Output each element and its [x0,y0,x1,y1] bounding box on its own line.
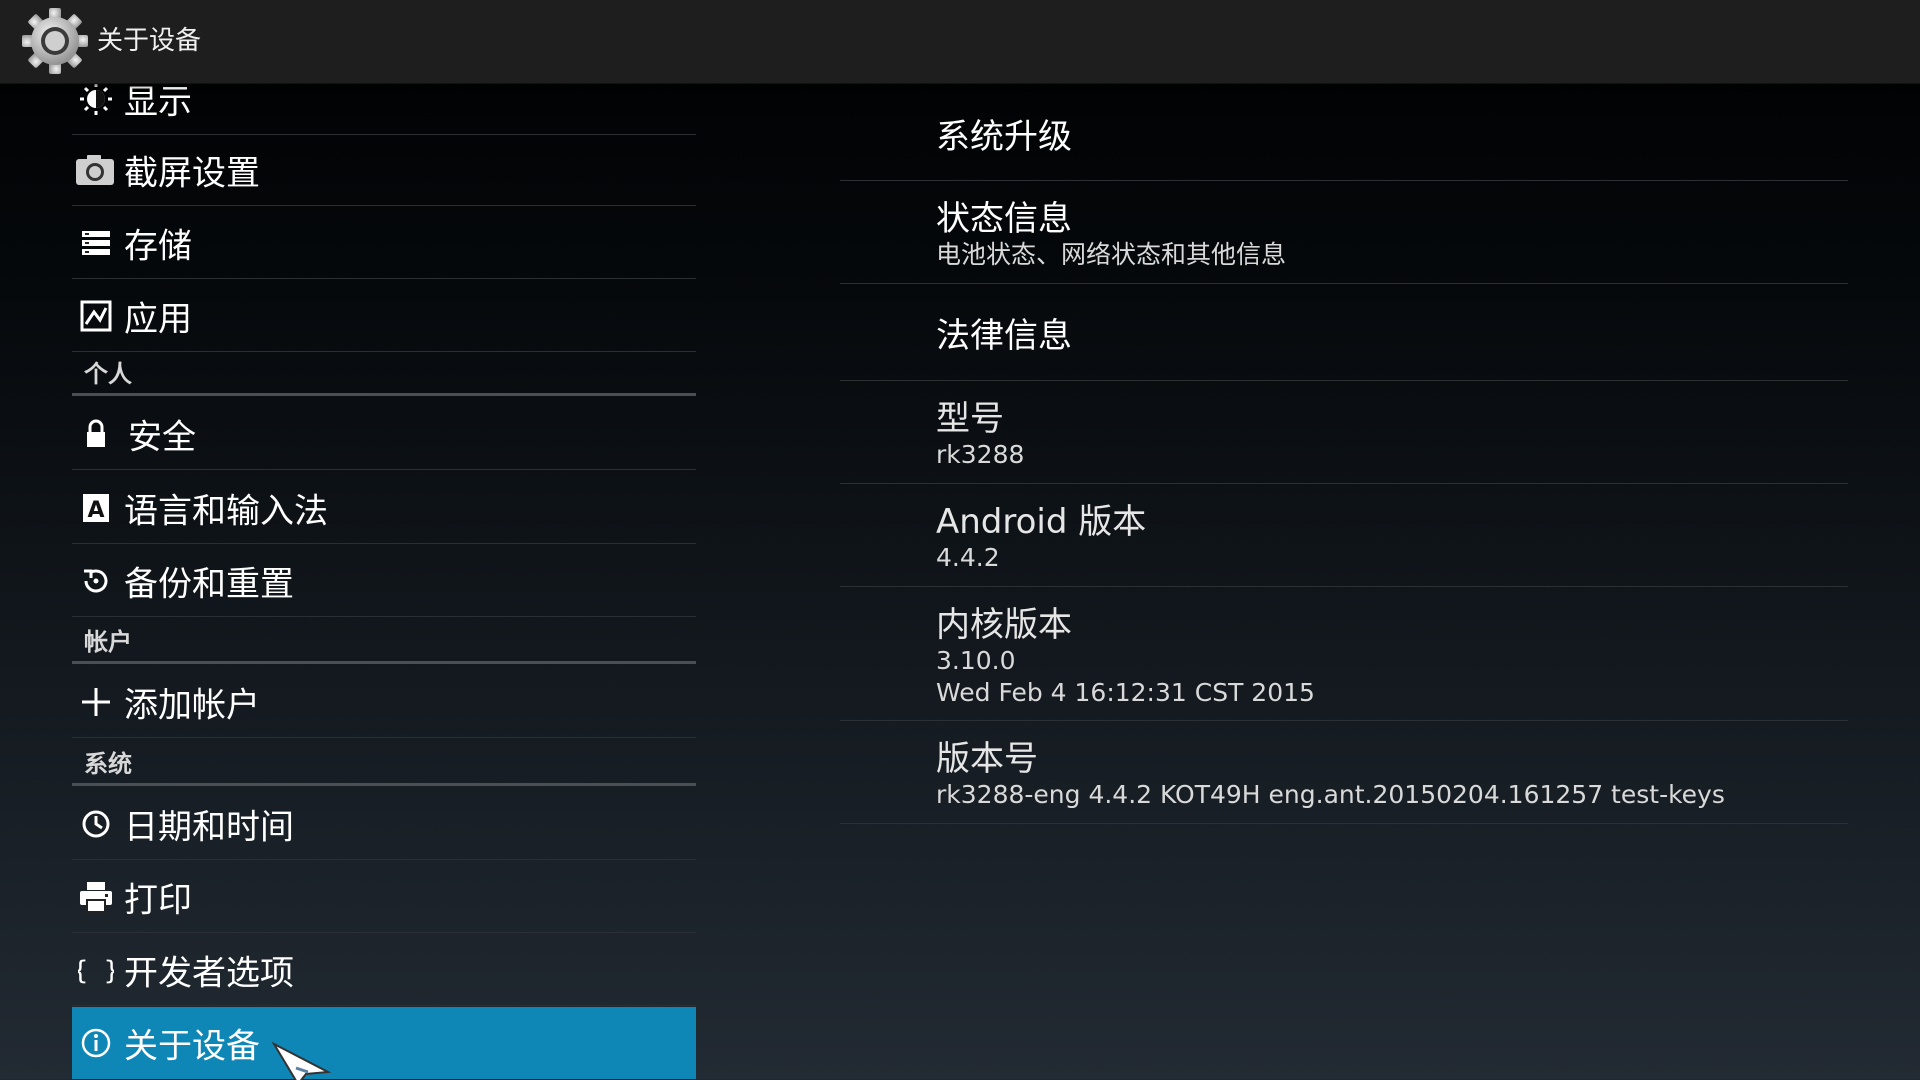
sidebar-item-apps[interactable]: 应用 [72,280,696,352]
plus-icon [82,687,110,716]
build-number-title: 版本号 [936,739,1038,779]
sidebar-item-date-time[interactable]: 日期和时间 [72,788,696,860]
sidebar-item-label: 语言和输入法 [124,491,328,531]
system-update-item[interactable]: 系统升级 [840,83,1848,181]
kernel-version-item[interactable]: 内核版本 3.10.0 Wed Feb 4 16:12:31 CST 2015 [840,587,1848,721]
sidebar-item-label: 截屏设置 [124,153,260,193]
sidebar-item-label: 开发者选项 [124,953,294,993]
info-icon [81,1028,111,1058]
braces-icon: { } [78,956,114,986]
gear-icon[interactable] [20,6,90,76]
storage-icon [82,230,110,255]
sidebar-item-label: 关于设备 [124,1026,260,1067]
model-value: rk3288 [936,440,1025,469]
kernel-build-date: Wed Feb 4 16:12:31 CST 2015 [936,678,1315,707]
svg-text:{ }: { } [78,956,114,986]
sidebar-item-print[interactable]: 打印 [72,861,696,933]
sidebar-item-label: 备份和重置 [124,564,294,604]
sidebar-item-developer-options[interactable]: { } 开发者选项 [72,934,696,1006]
kernel-version-value: 3.10.0 [936,646,1016,675]
status-info-summary: 电池状态、网络状态和其他信息 [936,240,1287,269]
action-bar: 关于设备 [0,0,1920,84]
section-label: 帐户 [84,628,132,656]
clock-icon [82,810,110,837]
brightness-icon [80,83,112,115]
sidebar-item-security[interactable]: 安全 [72,398,696,470]
sidebar-item-display[interactable]: 显示 [72,83,696,135]
section-label: 个人 [84,360,132,388]
language-icon: A [83,493,109,523]
sidebar-item-about-device[interactable]: 关于设备 [72,1007,696,1079]
sidebar-item-storage[interactable]: 存储 [72,207,696,279]
legal-info-title: 法律信息 [936,316,1072,356]
legal-info-item[interactable]: 法律信息 [840,284,1848,381]
android-version-item[interactable]: Android 版本 4.4.2 [840,484,1848,587]
mouse-cursor-icon [272,1042,332,1080]
printer-icon [80,881,112,913]
status-info-item[interactable]: 状态信息 电池状态、网络状态和其他信息 [840,181,1848,284]
sidebar-item-screenshot[interactable]: 截屏设置 [72,134,696,206]
section-header-accounts: 帐户 [72,628,696,664]
sidebar-item-label: 存储 [124,226,192,266]
page-title: 关于设备 [97,26,202,56]
model-item[interactable]: 型号 rk3288 [840,381,1848,484]
kernel-version-title: 内核版本 [936,605,1072,645]
section-label: 系统 [84,750,132,778]
sidebar-item-label: 安全 [128,417,196,457]
sidebar-item-label: 日期和时间 [124,807,294,847]
section-header-personal: 个人 [72,360,696,396]
camera-icon [76,154,114,185]
sidebar-item-label: 打印 [124,880,192,920]
apps-icon [80,300,112,331]
sidebar-item-language[interactable]: A 语言和输入法 [72,472,696,544]
model-title: 型号 [936,399,1004,439]
settings-sidebar: 显示 截屏设置 存储 应用 个人 安全 A 语言和输入法 备份和重置 帐户 添加… [72,83,696,1080]
svg-text:A: A [87,498,104,523]
build-number-item[interactable]: 版本号 rk3288-eng 4.4.2 KOT49H eng.ant.2015… [840,721,1848,824]
build-number-value: rk3288-eng 4.4.2 KOT49H eng.ant.20150204… [936,780,1725,809]
android-version-value: 4.4.2 [936,543,1000,572]
about-device-panel: 系统升级 状态信息 电池状态、网络状态和其他信息 法律信息 型号 rk3288 … [840,83,1848,1080]
sidebar-item-label: 应用 [124,299,192,339]
sidebar-item-add-account[interactable]: 添加帐户 [72,666,696,738]
android-version-title: Android 版本 [936,502,1147,542]
status-info-title: 状态信息 [936,199,1072,239]
system-update-title: 系统升级 [936,117,1072,157]
lock-icon [87,419,105,447]
backup-icon [84,569,108,592]
sidebar-item-label: 添加帐户 [124,685,260,725]
sidebar-item-label: 显示 [124,83,192,122]
section-header-system: 系统 [72,750,696,786]
sidebar-item-backup-reset[interactable]: 备份和重置 [72,545,696,617]
